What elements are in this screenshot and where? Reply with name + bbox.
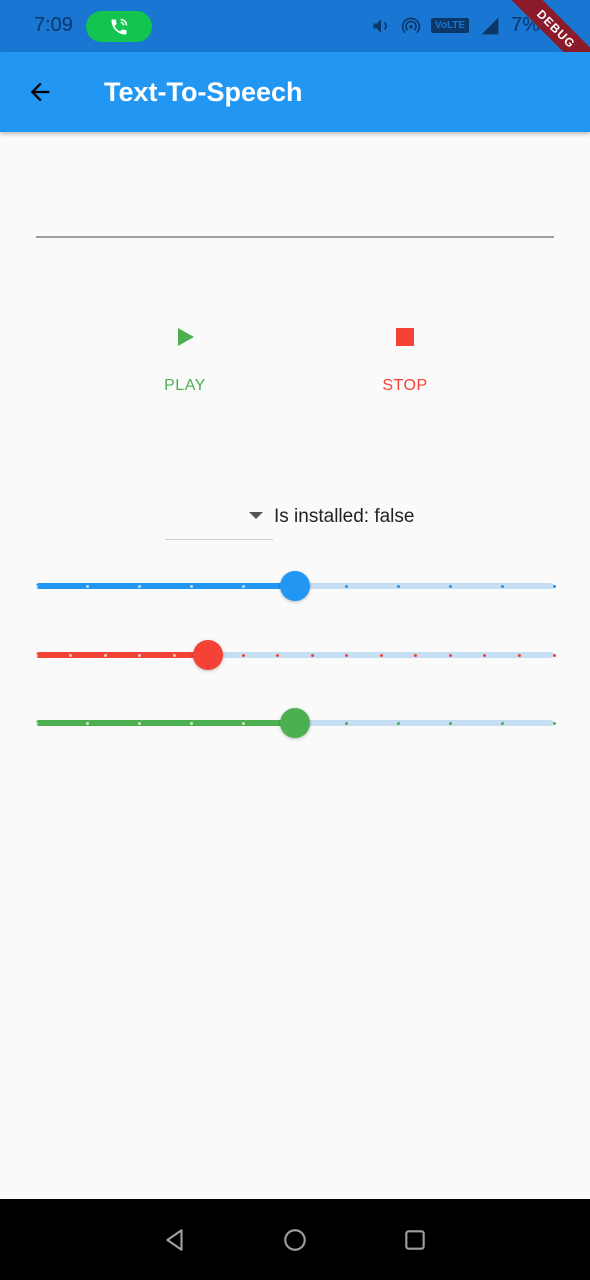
slider-tick [34, 584, 38, 588]
slider-tick [241, 584, 245, 588]
slider-tick [345, 584, 349, 588]
speech-text-input[interactable] [36, 190, 554, 238]
play-button[interactable]: PLAY [125, 325, 245, 425]
stop-icon [396, 328, 414, 346]
slider-tick [138, 584, 142, 588]
play-label: PLAY [164, 377, 206, 394]
back-button[interactable] [20, 72, 60, 112]
dropdown-arrow-icon [249, 512, 263, 519]
app-bar: Text-To-Speech [0, 52, 590, 132]
nav-back-button[interactable] [158, 1223, 192, 1257]
slider-tick [448, 653, 452, 657]
hotspot-icon [401, 17, 421, 33]
slider-tick [34, 653, 38, 657]
slider-active-track [36, 583, 295, 589]
slider-thumb[interactable] [280, 571, 310, 601]
slider-tick [500, 584, 504, 588]
pitch-slider[interactable] [34, 640, 556, 670]
status-time: 7:09 [34, 14, 73, 36]
slider-active-track [36, 720, 295, 726]
arrow-back-icon [30, 82, 50, 102]
page-title: Text-To-Speech [104, 77, 303, 107]
nav-recents-button[interactable] [398, 1223, 432, 1257]
slider-tick [552, 721, 556, 725]
stop-button[interactable]: STOP [345, 325, 465, 425]
slider-tick [172, 653, 176, 657]
nav-home-button[interactable] [278, 1223, 312, 1257]
slider-tick [276, 653, 280, 657]
status-bar: 7:09 VoLTE 7% DEBUG [0, 0, 590, 87]
slider-active-track [36, 652, 209, 658]
slider-tick [397, 721, 401, 725]
slider-tick [86, 721, 90, 725]
slider-tick [379, 653, 383, 657]
slider-tick [500, 721, 504, 725]
slider-tick [310, 653, 314, 657]
slider-tick [189, 721, 193, 725]
slider-tick [189, 584, 193, 588]
stop-label: STOP [382, 377, 428, 394]
slider-tick [34, 721, 38, 725]
slider-tick [552, 584, 556, 588]
slider-tick [241, 721, 245, 725]
slider-tick [138, 653, 142, 657]
system-nav-bar [0, 1199, 590, 1280]
slider-tick [517, 653, 521, 657]
square-recents-icon [405, 1230, 425, 1250]
slider-tick [69, 653, 73, 657]
slider-tick [397, 584, 401, 588]
slider-tick [448, 721, 452, 725]
slider-tick [138, 721, 142, 725]
engine-installed-status: Is installed: false [274, 506, 415, 527]
volume-slider[interactable] [34, 571, 556, 601]
volte-badge: VoLTE [430, 18, 470, 33]
signal-icon [481, 17, 499, 34]
slider-tick [448, 584, 452, 588]
rate-slider[interactable] [34, 708, 556, 738]
triangle-back-icon [166, 1229, 183, 1251]
slider-thumb[interactable] [280, 708, 310, 738]
slider-tick [103, 653, 107, 657]
ongoing-call-indicator[interactable] [86, 11, 152, 42]
slider-tick [345, 721, 349, 725]
circle-home-icon [284, 1229, 306, 1251]
slider-tick [552, 653, 556, 657]
slider-thumb[interactable] [193, 640, 224, 670]
language-dropdown[interactable] [165, 500, 273, 540]
play-icon [178, 328, 194, 346]
slider-tick [345, 653, 349, 657]
slider-tick [86, 584, 90, 588]
status-icons: VoLTE 7% [371, 14, 540, 37]
slider-tick [241, 653, 245, 657]
phone-call-icon [111, 18, 128, 34]
volume-icon [373, 18, 387, 33]
